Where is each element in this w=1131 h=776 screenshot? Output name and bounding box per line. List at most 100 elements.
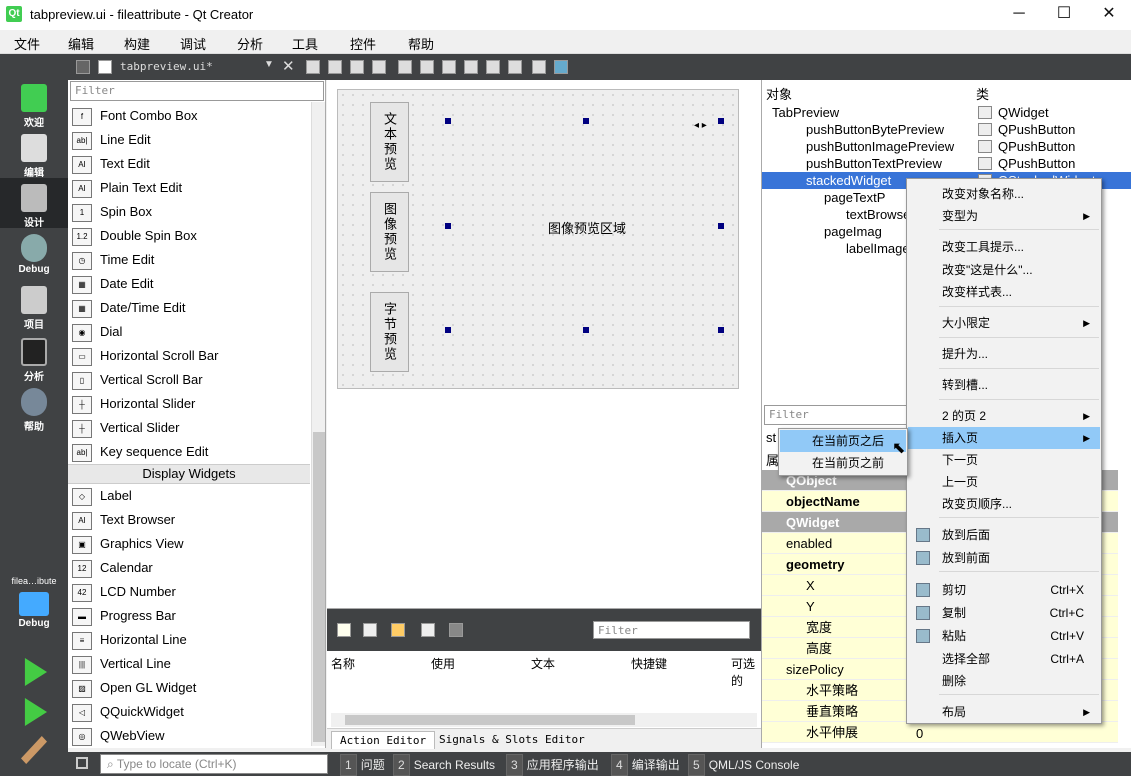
- widget-horizontal-line[interactable]: ≡ Horizontal Line: [72, 628, 312, 652]
- action-filter-input[interactable]: Filter: [593, 621, 750, 639]
- widget-qquickwidget[interactable]: ◁ QQuickWidget: [72, 700, 312, 724]
- locator-input[interactable]: ⌕ Type to locate (Ctrl+K): [100, 754, 328, 774]
- widget-lcd-number[interactable]: 42 LCD Number: [72, 580, 312, 604]
- selection-handle[interactable]: [445, 118, 451, 124]
- widget-graphics-view[interactable]: ▣ Graphics View: [72, 532, 312, 556]
- widget-progress-bar[interactable]: ▬ Progress Bar: [72, 604, 312, 628]
- object-row-tabpreview[interactable]: TabPreview: [772, 104, 839, 121]
- close-button[interactable]: ✕: [1086, 0, 1131, 30]
- menu-item-1[interactable]: 变型为 ▶: [908, 205, 1100, 227]
- menu-edit[interactable]: 编辑: [68, 34, 94, 53]
- widget-date-edit[interactable]: ▦ Date Edit: [72, 272, 312, 296]
- property-[interactable]: 水平伸展: [762, 722, 1118, 743]
- selection-handle[interactable]: [583, 118, 589, 124]
- header-object[interactable]: 对象: [766, 84, 792, 103]
- chevron-down-icon[interactable]: ▼: [264, 59, 274, 70]
- header-class[interactable]: 类: [976, 84, 989, 103]
- layout-form-icon[interactable]: [486, 60, 500, 74]
- output-pane-issues[interactable]: 1 问题: [340, 754, 385, 776]
- menu-file[interactable]: 文件: [14, 34, 40, 53]
- selection-handle[interactable]: [718, 223, 724, 229]
- menu-widgets[interactable]: 控件: [350, 34, 376, 53]
- object-row-pagetextp[interactable]: pageTextP: [824, 189, 885, 206]
- paste-action-icon[interactable]: [391, 623, 405, 637]
- maximize-button[interactable]: ☐: [1041, 0, 1087, 30]
- widget-label[interactable]: ◇ Label: [72, 484, 312, 508]
- tab-action-editor[interactable]: Action Editor: [331, 731, 436, 749]
- menu-item-14[interactable]: 放到前面: [908, 547, 1100, 569]
- menu-item-8[interactable]: 2 的页 2 ▶: [908, 405, 1100, 427]
- widget-dial[interactable]: ◉ Dial: [72, 320, 312, 344]
- mode-help[interactable]: 帮助: [0, 388, 68, 433]
- stacked-widget-page-nav[interactable]: ◂ ▸: [694, 120, 707, 131]
- widget-vertical-slider[interactable]: ┼ Vertical Slider: [72, 416, 312, 440]
- push-button-byte-preview[interactable]: 字节预览: [370, 292, 409, 372]
- menu-item-9[interactable]: 插入页 ▶: [908, 427, 1100, 449]
- menu-item-0[interactable]: 改变对象名称...: [908, 183, 1100, 205]
- menu-item-12[interactable]: 改变页顺序...: [908, 493, 1100, 515]
- scrollbar-thumb[interactable]: [313, 432, 325, 742]
- widget-horizontal-slider[interactable]: ┼ Horizontal Slider: [72, 392, 312, 416]
- layout-vertical-icon[interactable]: [420, 60, 434, 74]
- mode-projects[interactable]: 项目: [0, 286, 68, 331]
- widget-plain-text-edit[interactable]: AI Plain Text Edit: [72, 176, 312, 200]
- menu-tools[interactable]: 工具: [292, 34, 318, 53]
- kit-selector[interactable]: Debug: [0, 592, 68, 629]
- toggle-sidebar-icon[interactable]: [76, 757, 88, 769]
- object-row-textbrowse[interactable]: textBrowse: [846, 206, 910, 223]
- form-tabpreview[interactable]: 文本预览 图像预览 字节预览 图像预览区域 ◂ ▸: [337, 89, 739, 389]
- selection-handle[interactable]: [583, 327, 589, 333]
- debug-run-button[interactable]: [0, 698, 68, 728]
- run-button[interactable]: [0, 658, 68, 688]
- menu-item-11[interactable]: 上一页: [908, 471, 1100, 493]
- widget-text-edit[interactable]: AI Text Edit: [72, 152, 312, 176]
- break-layout-icon[interactable]: [532, 60, 546, 74]
- signal-slot-mode-icon[interactable]: [328, 60, 342, 74]
- layout-horizontal-icon[interactable]: [398, 60, 412, 74]
- mode-design[interactable]: 设计: [0, 178, 68, 229]
- column-header-shortcut[interactable]: 快捷键: [631, 655, 667, 672]
- column-header-name[interactable]: 名称: [331, 655, 355, 672]
- widget-filter-input[interactable]: Filter: [70, 81, 324, 101]
- widget-font-combo-box[interactable]: f Font Combo Box: [72, 104, 312, 128]
- layout-grid-icon[interactable]: [508, 60, 522, 74]
- column-header-text[interactable]: 文本: [531, 655, 555, 672]
- menu-item-5[interactable]: 大小限定 ▶: [908, 312, 1100, 334]
- property-value-hstretch[interactable]: 0: [916, 726, 923, 741]
- column-header-checkable[interactable]: 可选的: [731, 655, 761, 689]
- widget-horizontal-scroll-bar[interactable]: ▭ Horizontal Scroll Bar: [72, 344, 312, 368]
- widget-vertical-line[interactable]: ||| Vertical Line: [72, 652, 312, 676]
- configure-icon[interactable]: [449, 623, 463, 637]
- push-button-image-preview[interactable]: 图像预览: [370, 192, 409, 272]
- insert-before-current-page[interactable]: 在当前页之前: [780, 452, 906, 474]
- object-row-pageimag[interactable]: pageImag: [824, 223, 882, 240]
- widget-double-spin-box[interactable]: 1.2 Double Spin Box: [72, 224, 312, 248]
- widget-open-gl-widget[interactable]: ▨ Open GL Widget: [72, 676, 312, 700]
- open-document-combo[interactable]: tabpreview.ui*: [120, 60, 213, 73]
- layout-h-splitter-icon[interactable]: [442, 60, 456, 74]
- copy-action-icon[interactable]: [363, 623, 377, 637]
- minimize-button[interactable]: ─: [996, 0, 1042, 30]
- widget-box-scrollbar[interactable]: [311, 102, 325, 746]
- new-action-icon[interactable]: [337, 623, 351, 637]
- action-hscrollbar[interactable]: [331, 713, 757, 727]
- widget-calendar[interactable]: 12 Calendar: [72, 556, 312, 580]
- selection-handle[interactable]: [445, 223, 451, 229]
- widget-edit-mode-icon[interactable]: [306, 60, 320, 74]
- close-document-icon[interactable]: ✕: [282, 57, 295, 75]
- object-row-pushbuttonbytepreview[interactable]: pushButtonBytePreview: [806, 121, 944, 138]
- output-pane-qml-console[interactable]: 5 QML/JS Console: [688, 754, 799, 776]
- menu-analyze[interactable]: 分析: [237, 34, 263, 53]
- object-row-labelimage[interactable]: labelImage: [846, 240, 910, 257]
- menu-item-15[interactable]: 剪切 Ctrl+X: [908, 579, 1100, 601]
- mode-analyze[interactable]: 分析: [0, 338, 68, 383]
- mode-edit[interactable]: 编辑: [0, 134, 68, 179]
- tab-order-mode-icon[interactable]: [372, 60, 386, 74]
- widget-spin-box[interactable]: 1 Spin Box: [72, 200, 312, 224]
- menu-item-19[interactable]: 删除: [908, 670, 1100, 692]
- menu-item-3[interactable]: 改变"这是什么"...: [908, 259, 1100, 281]
- widget-qwebview[interactable]: ◎ QWebView: [72, 724, 312, 748]
- insert-after-current-page[interactable]: 在当前页之后: [780, 430, 906, 452]
- menu-item-17[interactable]: 粘贴 Ctrl+V: [908, 625, 1100, 647]
- selection-handle[interactable]: [718, 327, 724, 333]
